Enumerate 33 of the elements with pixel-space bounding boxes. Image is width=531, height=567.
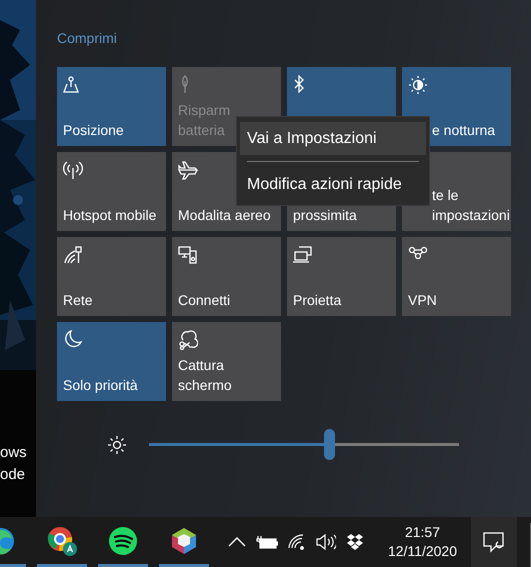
dropbox-icon[interactable] [346, 534, 364, 550]
notifications-button[interactable] [471, 517, 517, 567]
quick-action-tile[interactable]: Connetti [172, 237, 281, 316]
night-light-icon [408, 75, 428, 95]
quick-action-tile[interactable]: Rete [57, 237, 166, 316]
hotspot-icon [63, 160, 83, 180]
window-text: ode [0, 464, 26, 484]
location-pin-icon [63, 75, 80, 93]
message-icon [483, 531, 505, 553]
chevron-up-icon[interactable] [228, 537, 246, 547]
collapse-link[interactable]: Comprimi [57, 30, 117, 46]
project-icon [293, 245, 313, 265]
quick-action-tile[interactable]: VPN [402, 237, 511, 316]
bluetooth-icon [293, 75, 305, 93]
wifi-icon[interactable] [288, 534, 306, 550]
slider-thumb[interactable] [324, 429, 335, 460]
quick-action-tile[interactable]: e notturna [402, 67, 511, 146]
quick-action-tile[interactable]: Proietta [287, 237, 396, 316]
connect-icon [178, 245, 198, 265]
quick-action-tile[interactable]: Hotspot mobile [57, 152, 166, 231]
window-text: ows [0, 442, 28, 462]
speaker-icon[interactable] [316, 534, 336, 550]
airplane-icon [178, 160, 198, 180]
snip-icon [178, 330, 198, 350]
quick-action-tile[interactable]: Posizione [57, 67, 166, 146]
moon-icon [63, 330, 83, 350]
network-icon [63, 245, 83, 265]
battery-icon[interactable] [256, 535, 278, 549]
brightness-icon [107, 434, 127, 454]
brightness-slider[interactable] [149, 429, 459, 460]
quick-action-tile[interactable]: Cattura schermo [172, 322, 281, 401]
taskbar-clock[interactable]: 21:57 12/11/2020 [382, 523, 463, 561]
quick-action-tile[interactable]: Solo priorità [57, 322, 166, 401]
